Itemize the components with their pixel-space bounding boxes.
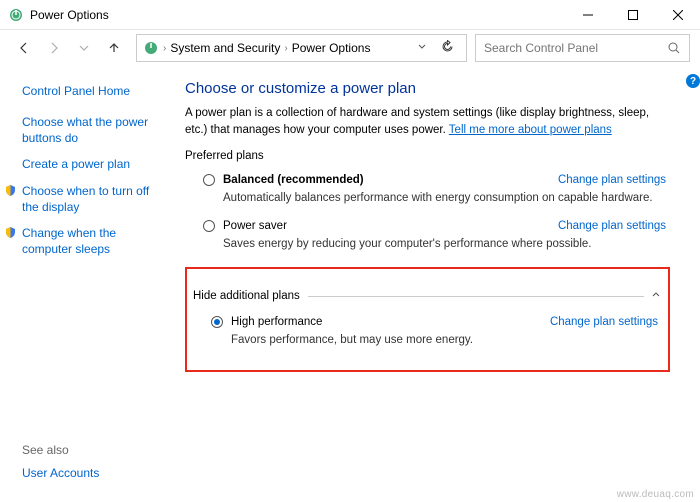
maximize-button[interactable] xyxy=(610,0,655,29)
plan-radio-high-performance[interactable] xyxy=(211,316,223,328)
breadcrumb-segment[interactable]: Power Options xyxy=(292,41,371,55)
chevron-right-icon[interactable]: › xyxy=(163,43,166,54)
plan-radio-balanced[interactable] xyxy=(203,174,215,186)
hide-additional-plans-toggle[interactable]: Hide additional plans xyxy=(193,289,662,304)
minimize-button[interactable] xyxy=(565,0,610,29)
collapse-label: Hide additional plans xyxy=(193,290,300,302)
sidebar-link-computer-sleeps[interactable]: Change when the computer sleeps xyxy=(4,225,165,257)
change-plan-settings-link[interactable]: Change plan settings xyxy=(558,220,666,232)
shield-icon xyxy=(4,184,17,197)
title-bar: Power Options xyxy=(0,0,700,30)
refresh-button[interactable] xyxy=(435,40,460,56)
sidebar-link-label: Choose when to turn off the display xyxy=(22,184,149,214)
preferred-plans-label: Preferred plans xyxy=(185,150,670,162)
sidebar: Control Panel Home Choose what the power… xyxy=(0,66,175,502)
plan-high-performance: High performance Change plan settings Fa… xyxy=(193,312,662,358)
sidebar-link-power-buttons[interactable]: Choose what the power buttons do xyxy=(22,114,165,146)
address-dropdown[interactable] xyxy=(413,41,431,55)
change-plan-settings-link[interactable]: Change plan settings xyxy=(550,316,658,328)
search-input[interactable] xyxy=(484,41,668,55)
plan-power-saver: Power saver Change plan settings Saves e… xyxy=(185,216,670,262)
plan-radio-power-saver[interactable] xyxy=(203,220,215,232)
content-area: Control Panel Home Choose what the power… xyxy=(0,66,700,502)
search-icon[interactable] xyxy=(668,42,681,55)
forward-button[interactable] xyxy=(40,34,68,62)
watermark: www.deuaq.com xyxy=(617,489,694,500)
window-title: Power Options xyxy=(30,8,565,22)
shield-icon xyxy=(4,226,17,239)
plan-description: Favors performance, but may use more ene… xyxy=(231,332,658,348)
search-box[interactable] xyxy=(475,34,690,62)
user-accounts-link[interactable]: User Accounts xyxy=(22,466,99,480)
power-options-icon xyxy=(143,40,159,56)
control-panel-home-link[interactable]: Control Panel Home xyxy=(22,84,165,98)
page-description: A power plan is a collection of hardware… xyxy=(185,105,670,138)
recent-locations-button[interactable] xyxy=(70,34,98,62)
learn-more-link[interactable]: Tell me more about power plans xyxy=(449,124,612,136)
sidebar-link-label: Change when the computer sleeps xyxy=(22,226,116,256)
up-button[interactable] xyxy=(100,34,128,62)
change-plan-settings-link[interactable]: Change plan settings xyxy=(558,174,666,186)
plan-balanced: Balanced (recommended) Change plan setti… xyxy=(185,170,670,216)
page-heading: Choose or customize a power plan xyxy=(185,80,670,97)
plan-name[interactable]: High performance xyxy=(231,316,322,328)
sidebar-link-create-plan[interactable]: Create a power plan xyxy=(22,156,165,172)
address-bar[interactable]: › System and Security › Power Options xyxy=(136,34,467,62)
plan-description: Automatically balances performance with … xyxy=(223,190,666,206)
sidebar-link-turn-off-display[interactable]: Choose when to turn off the display xyxy=(4,183,165,215)
chevron-up-icon xyxy=(650,289,662,304)
nav-bar: › System and Security › Power Options xyxy=(0,30,700,66)
plan-name[interactable]: Balanced (recommended) xyxy=(223,174,364,186)
info-bubble-icon[interactable]: ? xyxy=(686,74,700,88)
divider xyxy=(308,296,644,297)
plan-name[interactable]: Power saver xyxy=(223,220,287,232)
breadcrumb-segment[interactable]: System and Security xyxy=(170,41,280,55)
close-button[interactable] xyxy=(655,0,700,29)
plan-description: Saves energy by reducing your computer's… xyxy=(223,236,666,252)
power-options-icon xyxy=(8,7,24,23)
main-panel: Choose or customize a power plan A power… xyxy=(175,66,700,502)
see-also-label: See also xyxy=(22,443,69,457)
chevron-right-icon[interactable]: › xyxy=(284,43,287,54)
highlighted-section: Hide additional plans High performance C… xyxy=(185,267,670,372)
back-button[interactable] xyxy=(10,34,38,62)
